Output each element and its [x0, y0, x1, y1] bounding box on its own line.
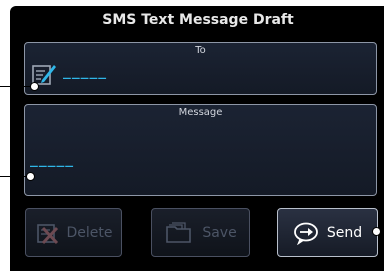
delete-button[interactable]: Delete — [25, 208, 122, 257]
delete-icon — [36, 223, 58, 244]
dialog-title: SMS Text Message Draft — [102, 12, 294, 28]
message-field-value: _____ — [30, 153, 75, 168]
send-button[interactable]: Send — [277, 208, 378, 257]
callout-dot-to — [30, 82, 39, 91]
send-button-label: Send — [326, 224, 363, 241]
callout-dot-send — [372, 227, 381, 236]
message-field-label: Message — [178, 107, 223, 118]
save-folder-icon — [166, 221, 192, 243]
to-field[interactable]: To _____ — [24, 42, 377, 95]
message-field[interactable]: Message _____ — [24, 104, 377, 196]
to-field-label: To — [195, 45, 206, 56]
delete-button-label: Delete — [66, 224, 113, 241]
callout-dot-message — [26, 172, 35, 181]
screenshot-canvas: SMS Text Message Draft To _____ Message … — [0, 0, 384, 271]
to-field-value: _____ — [63, 65, 108, 80]
send-message-icon — [293, 222, 318, 245]
callout-line-to — [0, 86, 34, 87]
save-button[interactable]: Save — [151, 208, 250, 257]
save-button-label: Save — [202, 224, 237, 241]
